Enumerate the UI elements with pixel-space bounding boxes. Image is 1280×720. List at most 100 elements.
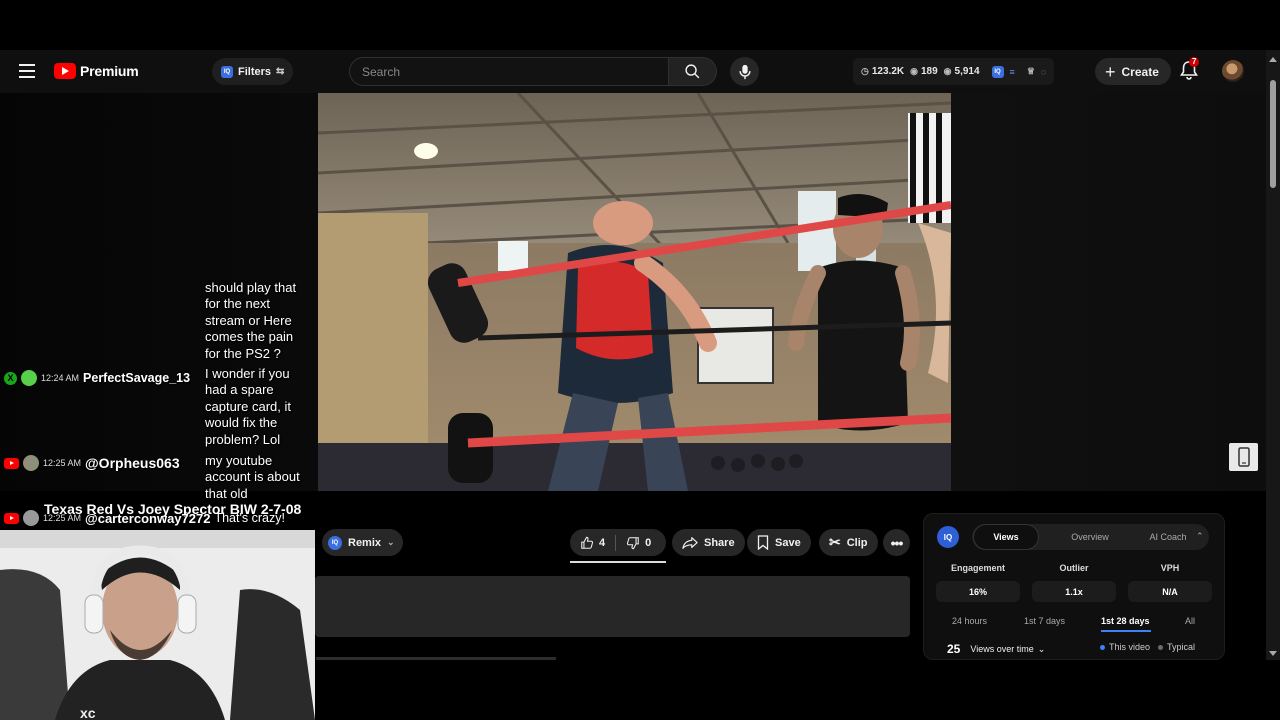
menu-icon[interactable]	[19, 64, 35, 78]
vidiq-tab-bar: Views Overview AI Coach	[972, 524, 1209, 550]
youtube-premium-logo[interactable]: Premium	[54, 63, 139, 79]
range-first-7-days[interactable]: 1st 7 days	[1024, 616, 1065, 626]
phone-icon[interactable]	[1229, 443, 1258, 471]
scroll-up-arrow-icon[interactable]	[1269, 57, 1277, 62]
youtube-icon	[4, 512, 19, 524]
vph-value: N/A	[1128, 581, 1212, 602]
chat-message-3: That's crazy!	[214, 511, 285, 525]
filters-button[interactable]: IQ Filters ⇆	[212, 58, 294, 85]
stream-letterbox-top	[0, 0, 1280, 50]
clip-label: Clip	[846, 536, 868, 549]
outlier-label: Outlier	[1059, 563, 1089, 573]
user-avatar[interactable]	[1222, 60, 1244, 82]
device-outline-icon	[1237, 447, 1250, 467]
chat-message-0: should play that for the next stream or …	[205, 280, 297, 361]
chat-meta-3: 12:25 AM @carterconway7272 That's crazy!	[4, 510, 285, 526]
remix-button[interactable]: IQ Remix ⌄	[322, 529, 403, 556]
chat-message-1: I wonder if you had a spare capture card…	[205, 366, 291, 447]
range-first-28-days[interactable]: 1st 28 days	[1101, 616, 1150, 626]
description-box[interactable]	[315, 576, 910, 637]
watching-stat: ◉ 5,914	[943, 66, 980, 77]
list-icon[interactable]: ≡	[1010, 67, 1015, 77]
chat-timestamp: 12:24 AM	[41, 373, 80, 383]
chat-message-2: my youtube account is about that old	[205, 453, 300, 501]
create-label: Create	[1121, 64, 1159, 79]
share-button[interactable]: Share	[672, 529, 745, 556]
chat-meta-1: X 12:24 AM PerfectSavage_13	[4, 370, 190, 386]
dislike-count: 0	[645, 536, 652, 549]
chat-username: @Orpheus063	[85, 455, 180, 471]
chat-avatar	[23, 510, 39, 526]
vidiq-icon: IQ	[328, 535, 342, 550]
tab-overview[interactable]: Overview	[1056, 524, 1124, 550]
microphone-icon	[738, 64, 751, 79]
tab-views[interactable]: Views	[973, 524, 1039, 550]
webcam-feed-image: xc	[0, 530, 315, 720]
video-player[interactable]	[318, 93, 951, 491]
eye-icon: ◉	[910, 66, 918, 76]
vidiq-logo-icon: IQ	[937, 526, 959, 548]
more-actions-button[interactable]: •••	[883, 529, 910, 556]
chat-username: @carterconway7272	[85, 510, 211, 526]
sliders-icon: ⇆	[276, 66, 285, 77]
active-range-underline	[1101, 630, 1151, 632]
search-button[interactable]	[669, 57, 717, 86]
like-dislike-group: 4 0	[570, 529, 666, 556]
search-placeholder: Search	[362, 64, 401, 79]
chat-timestamp: 12:25 AM	[43, 458, 82, 468]
save-button[interactable]: Save	[747, 529, 811, 556]
more-horizontal-icon: •••	[890, 534, 904, 551]
chart-legend: This video Typical	[1100, 642, 1195, 652]
scroll-down-arrow-icon[interactable]	[1269, 651, 1277, 656]
chat-username: PerfectSavage_13	[83, 371, 191, 385]
page-scrollbar[interactable]	[1266, 50, 1280, 660]
youtube-play-icon	[54, 63, 76, 79]
trophy-icon[interactable]: ♕	[1027, 66, 1035, 77]
xbox-icon: X	[4, 371, 17, 385]
svg-text:xc: xc	[80, 705, 96, 720]
vidiq-icon[interactable]: IQ	[991, 65, 1004, 78]
scrollbar-thumb[interactable]	[1270, 80, 1276, 188]
views-over-time-control[interactable]: 25 Views over time ⌄	[947, 642, 1045, 656]
views-count: 25	[947, 642, 961, 656]
outlier-value: 1.1x	[1032, 581, 1116, 602]
engagement-value: 16%	[936, 581, 1020, 602]
share-label: Share	[704, 536, 735, 549]
this-video-legend-dot	[1100, 644, 1105, 650]
engagement-label: Engagement	[950, 563, 1005, 573]
chat-avatar	[21, 370, 37, 386]
save-label: Save	[775, 536, 801, 549]
legend-this-video: This video	[1109, 642, 1151, 652]
search-icon	[685, 64, 700, 79]
voice-search-button[interactable]	[730, 57, 759, 86]
chat-avatar	[23, 455, 39, 471]
chat-timestamp: 12:25 AM	[43, 513, 82, 523]
range-24-hours[interactable]: 24 hours	[952, 616, 987, 626]
likes-stat: ◉ 189	[910, 66, 938, 77]
chevron-up-icon[interactable]: ⌃	[1196, 531, 1204, 542]
plus-icon: +	[1105, 61, 1116, 82]
search-input[interactable]: Search	[349, 57, 669, 86]
youtube-header: Premium IQ Filters ⇆ Search ◷ 123.2K ◉ 189…	[0, 50, 1266, 93]
chat-icon[interactable]: ◌	[1041, 67, 1046, 77]
like-count: 4	[599, 536, 606, 549]
video-frame-image	[318, 93, 951, 491]
thumbs-down-icon	[627, 536, 639, 549]
chevron-down-icon: ⌄	[1037, 643, 1046, 654]
create-button[interactable]: + Create	[1095, 58, 1171, 85]
vidiq-icon: IQ	[221, 65, 233, 78]
like-button[interactable]: 4	[570, 529, 615, 556]
share-icon	[682, 536, 698, 549]
views-over-time-label: Views over time	[970, 644, 1034, 654]
thumbs-up-icon	[581, 536, 594, 549]
notifications-button[interactable]: 7	[1180, 57, 1202, 82]
logo-text: Premium	[80, 63, 139, 79]
filters-label: Filters	[238, 65, 272, 78]
dislike-button[interactable]: 0	[616, 529, 661, 556]
clip-button[interactable]: ✂ Clip	[819, 529, 878, 556]
typical-legend-dot	[1158, 644, 1164, 650]
clock-icon: ◷	[861, 66, 869, 76]
range-all[interactable]: All	[1185, 616, 1195, 626]
vidiq-stats-bar: ◷ 123.2K ◉ 189 ◉ 5,914 IQ ≡ ♕ ◌	[853, 58, 1055, 85]
tab-ai-coach[interactable]: AI Coach	[1132, 524, 1204, 550]
